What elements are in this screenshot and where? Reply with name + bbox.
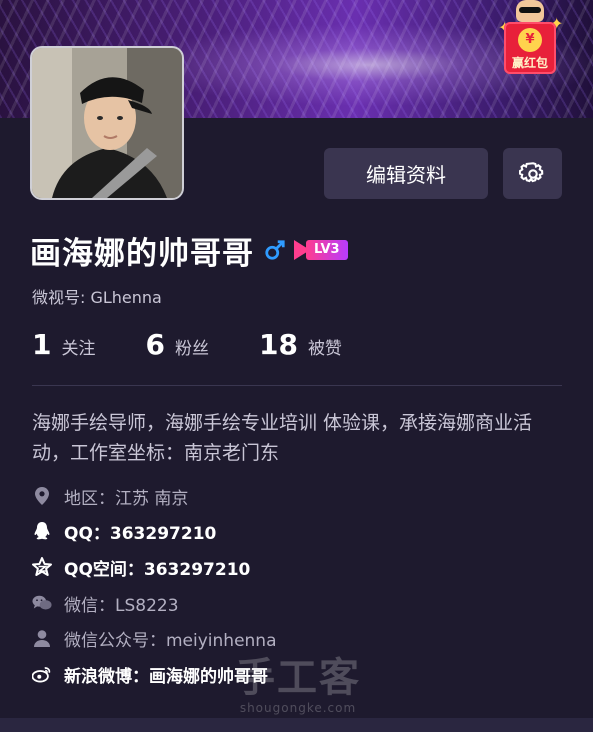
info-qq: QQ：363297210 [32,518,216,544]
level-badge: LV3 [294,239,348,261]
stat-followers[interactable]: 6 粉丝 [145,328,208,361]
level-label: LV3 [306,240,348,260]
stat-likes[interactable]: 18 被赞 [259,328,342,361]
male-icon [265,240,285,260]
info-region: 地区：江苏 南京 [32,483,188,509]
watermark-logo: 手工客 [235,655,361,701]
profile-name-row: 画海娜的帅哥哥 LV3 [30,228,348,272]
stat-number: 6 [145,328,165,361]
gear-icon [518,161,543,182]
wechat-icon [32,593,52,613]
stats-row: 1 关注 6 粉丝 18 被赞 [32,328,392,364]
weishi-id: 微视号: GLhenna [32,288,162,307]
info-qzone: QQ空间：363297210 [32,554,250,580]
qq-text: QQ：363297210 [64,523,217,544]
edit-profile-button[interactable]: 编辑资料 [324,148,488,199]
profile-bio: 海娜手绘导师，海娜手绘专业培训 体验课，承接海娜商业活动，工作室坐标：南京老门东 [32,412,533,464]
coin-icon: ¥ [518,28,542,52]
stat-following[interactable]: 1 关注 [32,328,95,361]
red-packet-button[interactable]: ✦ ✦ ¥ 赢红包 [498,0,563,78]
weibo-icon [32,664,52,684]
watermark-url: shougongke.com [239,701,357,715]
settings-button[interactable] [503,148,562,199]
bottom-tab-strip [0,718,593,732]
avatar[interactable] [30,46,184,200]
location-pin-icon [32,486,52,506]
stat-label: 关注 [61,339,96,359]
qzone-text: QQ空间：363297210 [64,559,251,580]
stat-label: 被赞 [307,339,342,359]
info-wechat: 微信：LS8223 [32,590,179,616]
divider [32,385,562,386]
red-packet-label: 赢红包 [511,56,548,70]
character-icon [516,0,544,22]
stat-number: 18 [258,328,298,361]
qq-penguin-icon [32,521,52,541]
watermark: 手工客 shougongke.com [228,655,368,721]
profile-name: 画海娜的帅哥哥 [30,235,254,272]
info-official-account: 微信公众号：meiyinhenna [32,625,277,651]
official-account-text: 微信公众号：meiyinhenna [64,630,277,651]
stat-label: 粉丝 [174,339,209,359]
qzone-star-icon [32,557,52,577]
stat-number: 1 [32,328,52,361]
region-text: 地区：江苏 南京 [64,488,189,509]
user-icon [32,628,52,648]
wechat-text: 微信：LS8223 [64,595,179,616]
